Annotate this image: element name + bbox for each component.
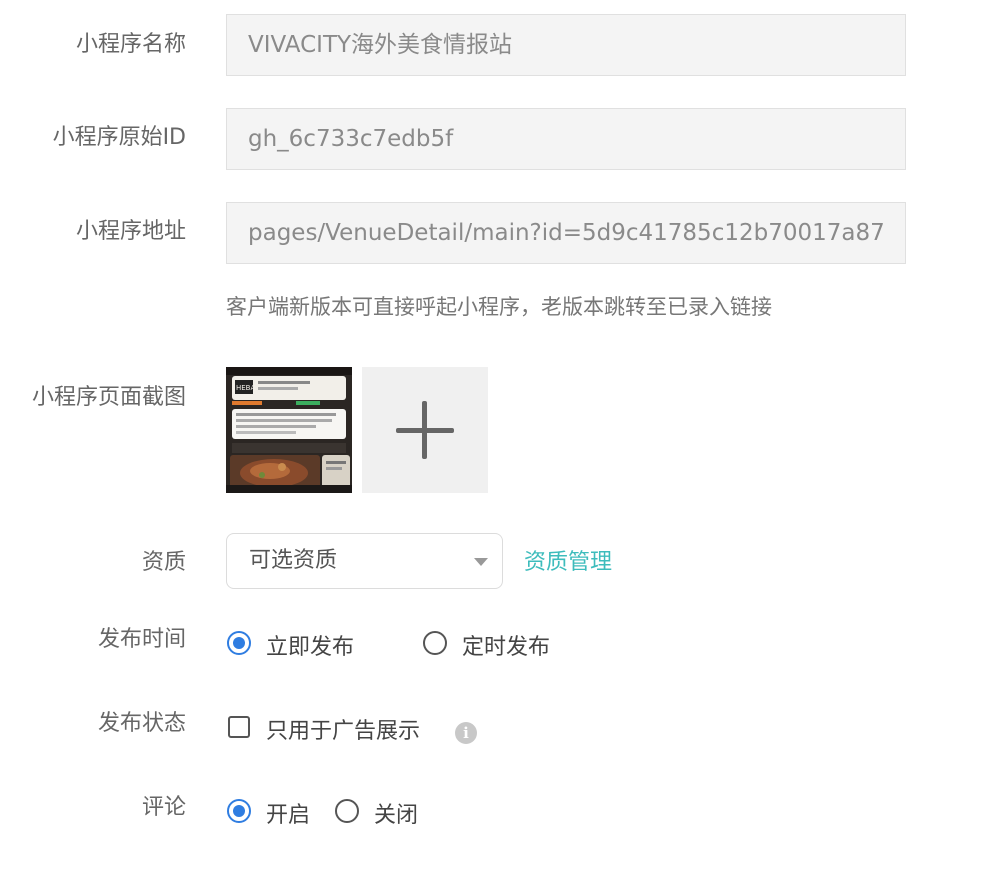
screenshot-thumbnail[interactable]: HEBA — [226, 367, 352, 493]
radio-publish-now[interactable] — [227, 631, 251, 655]
label-publish-status: 发布状态 — [97, 711, 186, 736]
label-comments: 评论 — [141, 795, 186, 820]
label-name: 小程序名称 — [75, 32, 186, 57]
radio-comments-on-label[interactable]: 开启 — [266, 801, 310, 831]
label-address: 小程序地址 — [75, 219, 186, 244]
qualification-manage-link[interactable]: 资质管理 — [524, 548, 612, 578]
ads-only-label[interactable]: 只用于广告展示 — [266, 717, 420, 747]
original-id-input[interactable] — [248, 109, 884, 169]
radio-publish-scheduled-label[interactable]: 定时发布 — [462, 633, 550, 663]
ads-only-checkbox[interactable] — [228, 716, 250, 738]
plus-icon-vertical — [422, 401, 427, 459]
radio-comments-on[interactable] — [227, 799, 251, 823]
label-original-id: 小程序原始ID — [52, 125, 186, 150]
address-field[interactable] — [226, 202, 906, 264]
radio-publish-now-label[interactable]: 立即发布 — [266, 633, 354, 663]
address-input[interactable] — [248, 203, 884, 263]
label-qualification: 资质 — [141, 550, 186, 575]
info-icon[interactable]: i — [455, 722, 477, 744]
radio-comments-off[interactable] — [335, 799, 359, 823]
qualification-selected-value: 可选资质 — [249, 548, 338, 573]
label-screenshot: 小程序页面截图 — [31, 385, 186, 410]
original-id-field[interactable] — [226, 108, 906, 170]
radio-comments-off-label[interactable]: 关闭 — [374, 801, 418, 831]
screenshot-thumbnail-image: HEBA — [226, 367, 352, 493]
chevron-down-icon — [474, 558, 488, 566]
add-screenshot-button[interactable] — [362, 367, 488, 493]
name-field[interactable] — [226, 14, 906, 76]
label-publish-time: 发布时间 — [97, 627, 186, 652]
name-input[interactable] — [248, 15, 884, 75]
radio-publish-scheduled[interactable] — [423, 631, 447, 655]
address-hint: 客户端新版本可直接呼起小程序，老版本跳转至已录入链接 — [226, 295, 772, 319]
thumb-logo-text: HEBA — [236, 384, 255, 392]
qualification-select[interactable]: 可选资质 — [226, 533, 503, 589]
